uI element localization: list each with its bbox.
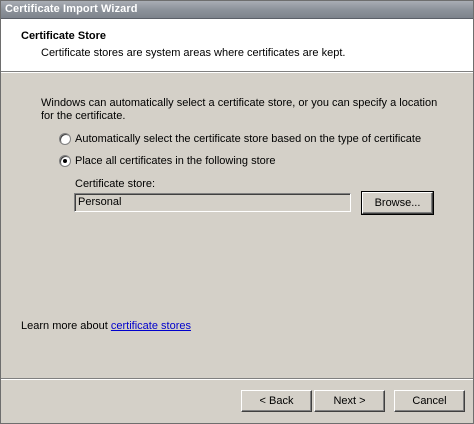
place-in-store-radio[interactable]: [59, 155, 71, 167]
title-bar[interactable]: Certificate Import Wizard: [1, 1, 473, 19]
certificate-store-label: Certificate store:: [75, 178, 156, 190]
page-title: Certificate Store: [21, 30, 106, 42]
certificate-import-wizard-window: Certificate Import Wizard Certificate St…: [0, 0, 474, 424]
browse-button[interactable]: Browse...: [361, 191, 434, 215]
certificate-stores-link[interactable]: certificate stores: [111, 320, 191, 332]
page-description: Certificate stores are system areas wher…: [41, 47, 346, 59]
footer-divider: [1, 378, 473, 380]
auto-select-label[interactable]: Automatically select the certificate sto…: [75, 133, 421, 145]
auto-select-radio[interactable]: [59, 133, 71, 145]
wizard-header: Certificate Store Certificate stores are…: [1, 19, 473, 71]
learn-more-text: Learn more about certificate stores: [21, 320, 191, 332]
cancel-button[interactable]: Cancel: [394, 390, 465, 412]
place-in-store-label[interactable]: Place all certificates in the following …: [75, 155, 276, 167]
learn-more-prefix: Learn more about: [21, 320, 111, 332]
certificate-store-field: Personal: [74, 193, 351, 212]
back-button[interactable]: < Back: [241, 390, 312, 412]
auto-select-store-option[interactable]: Automatically select the certificate sto…: [59, 132, 421, 146]
next-button[interactable]: Next >: [314, 390, 385, 412]
header-divider: [1, 71, 473, 73]
window-title: Certificate Import Wizard: [5, 3, 138, 15]
place-in-store-option[interactable]: Place all certificates in the following …: [59, 154, 276, 168]
intro-text: Windows can automatically select a certi…: [41, 97, 438, 122]
